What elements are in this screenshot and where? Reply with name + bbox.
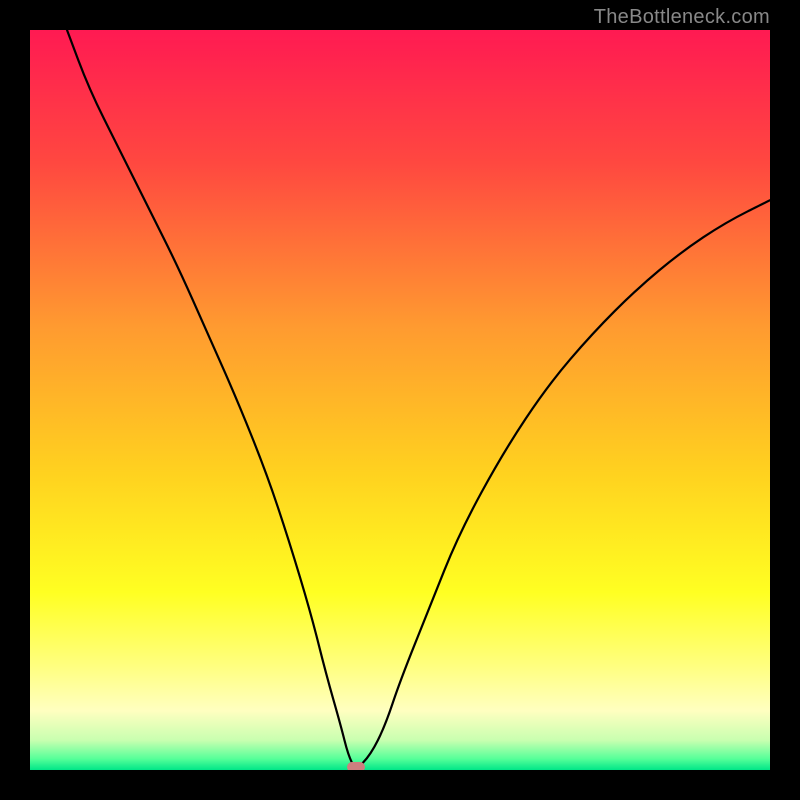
chart-curve [30, 30, 770, 770]
chart-frame: TheBottleneck.com [0, 0, 800, 800]
plot-area [30, 30, 770, 770]
watermark-label: TheBottleneck.com [594, 6, 770, 29]
minimum-marker [347, 762, 365, 770]
